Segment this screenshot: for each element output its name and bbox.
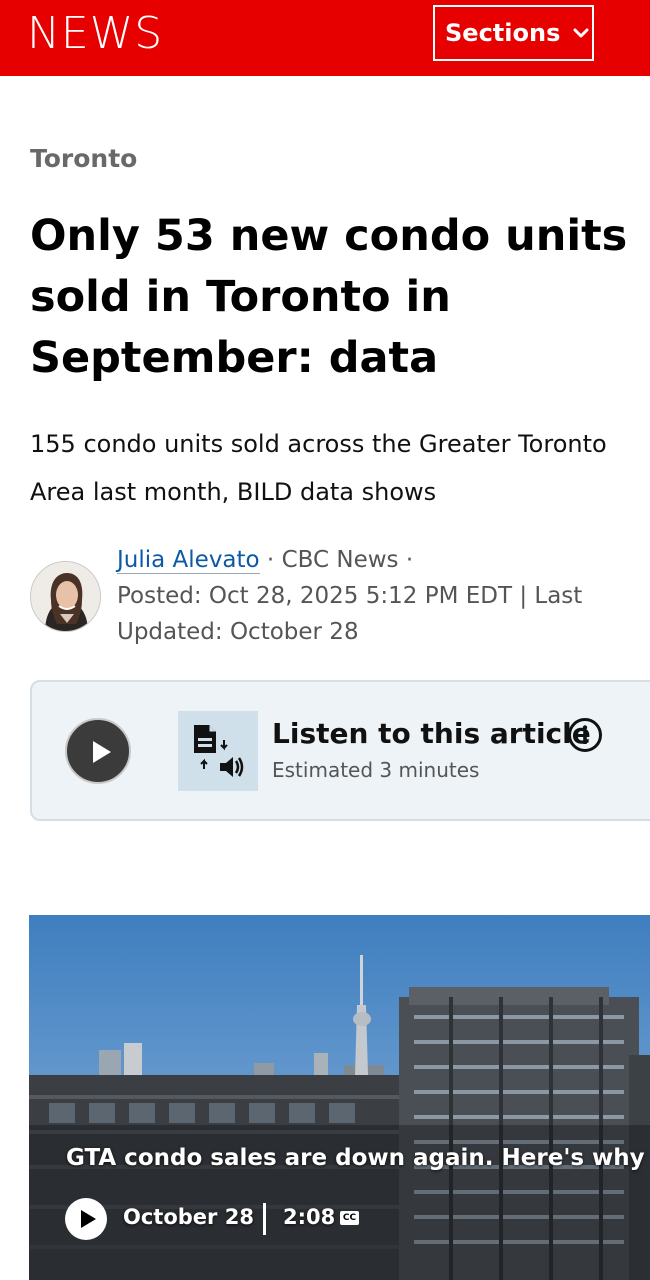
sections-button[interactable]: Sections	[433, 5, 594, 61]
listen-title: Listen to this article	[272, 717, 591, 750]
byline-separator: ·	[259, 547, 282, 573]
listen-duration-estimate: Estimated 3 minutes	[272, 758, 480, 782]
article-deck: 155 condo units sold across the Greater …	[30, 430, 607, 506]
divider	[263, 1203, 266, 1235]
info-icon[interactable]	[567, 717, 603, 753]
play-icon	[93, 741, 111, 763]
video-date: October 28	[123, 1205, 254, 1229]
video-duration: 2:08	[283, 1205, 336, 1229]
listen-to-article-panel: Listen to this article Estimated 3 minut…	[30, 680, 650, 821]
video-title: GTA condo sales are down again. Here's w…	[66, 1145, 645, 1171]
closed-captions-icon: CC	[340, 1211, 359, 1225]
byline: Julia Alevato · CBC News · Posted: Oct 2…	[117, 542, 627, 650]
author-link[interactable]: Julia Alevato	[117, 547, 260, 574]
play-icon	[81, 1210, 96, 1228]
top-bar: NEWS Sections	[0, 0, 650, 76]
listen-play-button[interactable]	[65, 718, 131, 784]
article-headline: Only 53 new condo units sold in Toronto …	[30, 211, 628, 383]
video-play-button[interactable]	[65, 1198, 107, 1240]
byline-separator: ·	[398, 547, 414, 573]
byline-outlet: CBC News	[281, 547, 399, 573]
text-to-speech-icon	[178, 711, 258, 791]
video-player[interactable]: GTA condo sales are down again. Here's w…	[29, 915, 650, 1280]
sections-label: Sections	[445, 19, 561, 47]
chevron-down-icon	[573, 28, 589, 38]
category-label[interactable]: Toronto	[30, 144, 137, 173]
news-logo[interactable]: NEWS	[27, 8, 163, 60]
byline-dates: Posted: Oct 28, 2025 5:12 PM EDT | Last …	[117, 583, 583, 645]
author-avatar[interactable]	[30, 561, 101, 632]
